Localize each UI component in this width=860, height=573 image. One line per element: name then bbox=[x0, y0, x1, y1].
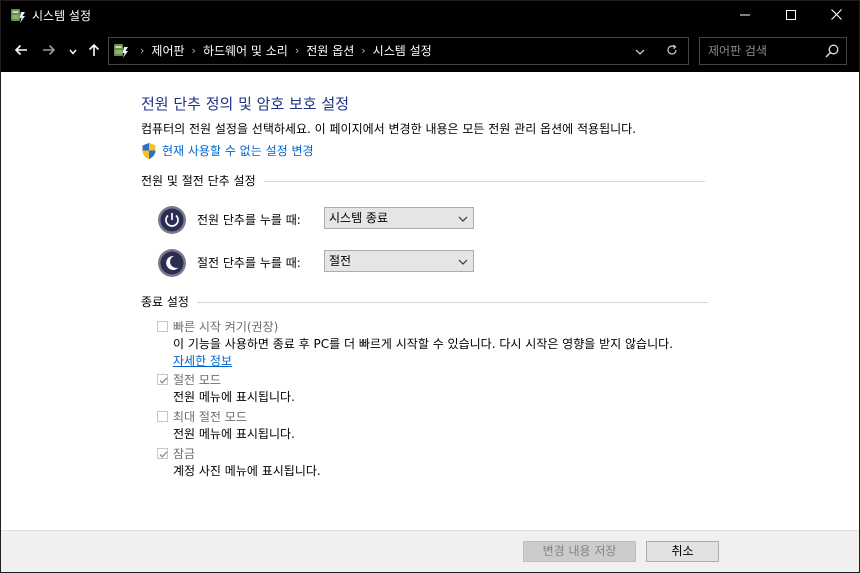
chevron-down-icon bbox=[69, 44, 77, 58]
sleep-button-icon bbox=[157, 248, 187, 278]
section-divider bbox=[196, 301, 708, 303]
control-panel-icon bbox=[112, 42, 130, 60]
maximize-button[interactable] bbox=[768, 1, 814, 31]
change-link-label[interactable]: 현재 사용할 수 없는 설정 변경 bbox=[162, 143, 314, 159]
system-settings-window: 시스템 설정 › 제어판 › 하드웨어 및 소리 › 전원 옵션 › 시스템 설… bbox=[0, 0, 860, 573]
breadcrumb: › 제어판 › 하드웨어 및 소리 › 전원 옵션 › 시스템 설정 bbox=[133, 44, 432, 58]
more-info-link[interactable]: 자세한 정보 bbox=[173, 353, 232, 369]
search-box[interactable] bbox=[699, 37, 847, 65]
power-options-icon bbox=[9, 7, 27, 25]
power-button-row: 전원 단추를 누를 때: 시스템 종료 bbox=[157, 205, 474, 235]
lock-checkbox[interactable] bbox=[157, 448, 168, 459]
page-description: 컴퓨터의 전원 설정을 선택하세요. 이 페이지에서 변경한 내용은 모든 전원… bbox=[141, 122, 637, 136]
chevron-down-icon bbox=[458, 213, 468, 223]
breadcrumb-separator-icon: › bbox=[191, 44, 196, 57]
hibernate-checkbox[interactable] bbox=[157, 411, 168, 422]
breadcrumb-separator-icon: › bbox=[294, 44, 300, 57]
hibernate-description: 전원 메뉴에 표시됩니다. bbox=[173, 427, 295, 441]
lock-title: 잠금 bbox=[173, 447, 196, 461]
refresh-icon bbox=[666, 44, 678, 59]
section-divider bbox=[263, 180, 705, 182]
power-button-label: 전원 단추를 누를 때: bbox=[197, 213, 301, 227]
arrow-left-icon bbox=[14, 44, 28, 59]
minimize-button[interactable] bbox=[722, 1, 768, 31]
breadcrumb-item[interactable]: 전원 옵션 bbox=[306, 44, 354, 58]
fast-startup-title: 빠른 시작 켜기(권장) bbox=[173, 320, 279, 334]
sleep-mode-title: 절전 모드 bbox=[173, 373, 221, 387]
arrow-up-icon bbox=[88, 43, 100, 60]
up-button[interactable] bbox=[83, 40, 105, 62]
cancel-button[interactable]: 취소 bbox=[646, 541, 719, 562]
power-button-action-value: 시스템 종료 bbox=[329, 211, 389, 225]
search-input[interactable] bbox=[708, 42, 818, 60]
forward-button[interactable] bbox=[37, 40, 61, 62]
breadcrumb-separator-icon: › bbox=[140, 44, 145, 57]
uac-shield-icon bbox=[141, 142, 157, 160]
power-button-icon bbox=[157, 205, 187, 235]
sleep-button-label: 절전 단추를 누를 때: bbox=[197, 256, 301, 270]
close-icon bbox=[830, 9, 842, 23]
fast-startup-description: 이 기능을 사용하면 종료 후 PC를 더 빠르게 시작할 수 있습니다. 다시… bbox=[173, 337, 673, 351]
fast-startup-checkbox[interactable] bbox=[157, 321, 168, 332]
address-dropdown-button[interactable] bbox=[631, 42, 649, 60]
arrow-right-icon bbox=[42, 44, 56, 59]
footer-bar: 변경 내용 저장 취소 bbox=[1, 530, 859, 572]
maximize-icon bbox=[786, 9, 796, 23]
breadcrumb-item[interactable]: 시스템 설정 bbox=[373, 44, 432, 58]
page-title: 전원 단추 정의 및 암호 보호 설정 bbox=[141, 95, 350, 113]
minimize-icon bbox=[740, 9, 750, 23]
recent-locations-button[interactable] bbox=[65, 40, 81, 62]
shutdown-section-heading: 종료 설정 bbox=[141, 294, 708, 310]
sleep-button-action-value: 절전 bbox=[329, 254, 352, 268]
close-button[interactable] bbox=[813, 1, 859, 31]
window-title: 시스템 설정 bbox=[32, 9, 92, 23]
power-buttons-section-heading: 전원 및 절전 단추 설정 bbox=[141, 173, 705, 189]
sleep-button-action-select[interactable]: 절전 bbox=[324, 250, 474, 272]
chevron-down-icon bbox=[458, 256, 468, 266]
sleep-button-row: 절전 단추를 누를 때: 절전 bbox=[157, 248, 474, 278]
breadcrumb-separator-icon: › bbox=[361, 44, 366, 57]
address-bar[interactable]: › 제어판 › 하드웨어 및 소리 › 전원 옵션 › 시스템 설정 bbox=[108, 37, 689, 65]
search-icon[interactable] bbox=[824, 43, 840, 59]
lock-description: 계정 사진 메뉴에 표시됩니다. bbox=[173, 464, 321, 478]
content-area: 전원 단추 정의 및 암호 보호 설정 컴퓨터의 전원 설정을 선택하세요. 이… bbox=[1, 72, 859, 530]
navigation-bar: › 제어판 › 하드웨어 및 소리 › 전원 옵션 › 시스템 설정 bbox=[1, 31, 859, 72]
title-bar: 시스템 설정 bbox=[1, 1, 859, 31]
power-button-action-select[interactable]: 시스템 종료 bbox=[324, 207, 474, 229]
sleep-mode-checkbox[interactable] bbox=[157, 374, 168, 385]
chevron-down-icon bbox=[635, 44, 645, 58]
change-unavailable-settings-link[interactable]: 현재 사용할 수 없는 설정 변경 bbox=[141, 142, 314, 160]
breadcrumb-item[interactable]: 하드웨어 및 소리 bbox=[203, 44, 288, 58]
back-button[interactable] bbox=[9, 40, 33, 62]
breadcrumb-item[interactable]: 제어판 bbox=[151, 44, 184, 58]
save-changes-button[interactable]: 변경 내용 저장 bbox=[523, 541, 636, 562]
sleep-mode-description: 전원 메뉴에 표시됩니다. bbox=[173, 390, 295, 404]
hibernate-title: 최대 절전 모드 bbox=[173, 410, 247, 424]
refresh-button[interactable] bbox=[663, 42, 681, 60]
section-heading-text: 종료 설정 bbox=[141, 295, 189, 309]
section-heading-text: 전원 및 절전 단추 설정 bbox=[141, 174, 256, 188]
